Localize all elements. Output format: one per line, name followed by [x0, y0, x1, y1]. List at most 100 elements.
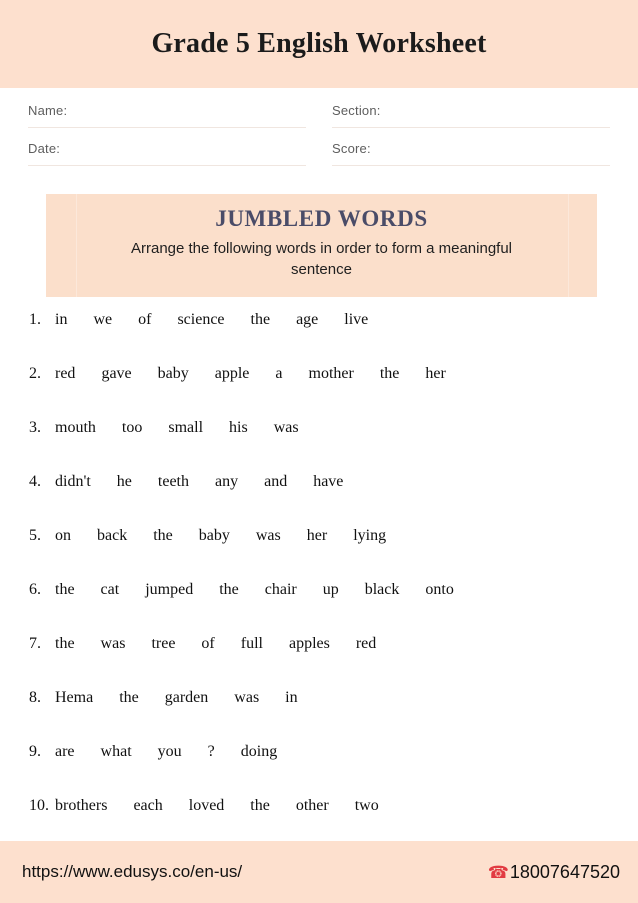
exercise-subtitle: Arrange the following words in order to …: [130, 240, 513, 279]
jumbled-word: the: [153, 526, 173, 544]
footer-banner: https://www.edusys.co/en-us/ ☎ 180076475…: [0, 841, 638, 903]
header-banner: Grade 5 English Worksheet: [0, 0, 638, 88]
question-number: 10.: [29, 796, 49, 814]
jumbled-word: a: [275, 364, 283, 382]
telephone-icon: ☎: [487, 862, 509, 882]
date-label: Date:: [28, 141, 61, 156]
jumbled-word: the: [250, 796, 270, 814]
jumbled-word: baby: [198, 526, 230, 544]
jumbled-word: in: [285, 688, 298, 706]
question-number: 1.: [29, 310, 41, 328]
exercise-instruction-box: JUMBLED WORDS Arrange the following word…: [46, 194, 597, 297]
jumbled-word: his: [229, 418, 248, 436]
name-label: Name:: [28, 103, 68, 118]
question-number: 8.: [29, 688, 41, 706]
footer-website-link[interactable]: https://www.edusys.co/en-us/: [22, 862, 242, 882]
question-row: 5. on back the baby was her lying: [29, 527, 618, 581]
jumbled-word: the: [219, 580, 239, 598]
score-label: Score:: [332, 141, 371, 156]
jumbled-word: cat: [100, 580, 120, 598]
jumbled-word: each: [133, 796, 163, 814]
jumbled-word: live: [344, 310, 369, 328]
question-row: 1. in we of science the age live: [29, 311, 618, 365]
jumbled-word: the: [55, 634, 75, 652]
jumbled-word: brothers: [55, 796, 108, 814]
jumbled-word: apple: [214, 364, 250, 382]
question-row: 2. red gave baby apple a mother the her: [29, 365, 618, 419]
score-field[interactable]: Score:: [332, 140, 610, 166]
footer-phone[interactable]: ☎ 18007647520: [488, 862, 620, 883]
question-row: 7. the was tree of full apples red: [29, 635, 618, 689]
jumbled-word: gave: [101, 364, 132, 382]
jumbled-word: onto: [425, 580, 454, 598]
question-number: 7.: [29, 634, 41, 652]
jumbled-word: of: [138, 310, 152, 328]
question-words: the cat jumped the chair up black onto: [55, 581, 480, 599]
jumbled-word: have: [313, 472, 344, 490]
section-field[interactable]: Section:: [332, 102, 610, 128]
jumbled-word: the: [379, 364, 400, 382]
jumbled-word: age: [296, 310, 319, 328]
jumbled-word: the: [55, 580, 75, 598]
question-row: 6. the cat jumped the chair up black onto: [29, 581, 618, 635]
question-row: 9. are what you? doing: [29, 743, 618, 797]
exercise-heading: JUMBLED WORDS: [215, 206, 428, 231]
question-words: Hema the garden was in: [55, 689, 324, 707]
jumbled-word: too: [121, 418, 143, 436]
jumbled-word: small: [168, 418, 204, 436]
page-title: Grade 5 English Worksheet: [151, 28, 487, 59]
question-row: 4. didn't he teeth any and have: [29, 473, 618, 527]
jumbled-word: was: [234, 688, 260, 706]
jumbled-word: science: [177, 310, 225, 328]
jumbled-word: mouth: [55, 418, 96, 436]
question-words: are what you? doing: [55, 743, 303, 761]
question-number: 6.: [29, 580, 41, 598]
jumbled-word: teeth: [157, 472, 189, 490]
date-field[interactable]: Date:: [28, 140, 306, 166]
jumbled-word: apples: [288, 634, 330, 652]
question-row: 3. mouth too small his was: [29, 419, 618, 473]
question-number: 2.: [29, 364, 41, 382]
jumbled-word: are: [55, 742, 75, 760]
meta-row-1: Name: Section:: [28, 102, 610, 128]
question-words: in we of science the age live: [55, 311, 394, 329]
question-words: brothers each loved the other two: [55, 797, 405, 815]
jumbled-word: back: [97, 526, 128, 544]
jumbled-word: was: [255, 526, 281, 544]
question-row: 8. Hema the garden was in: [29, 689, 618, 743]
question-number: 9.: [29, 742, 41, 760]
jumbled-word: full: [240, 634, 263, 652]
jumbled-word: of: [201, 634, 215, 652]
jumbled-word: any: [214, 472, 239, 490]
question-words: red gave baby apple a mother the her: [55, 365, 472, 383]
question-number: 3.: [29, 418, 41, 436]
jumbled-word: two: [354, 796, 379, 814]
jumbled-word: the: [250, 310, 271, 328]
jumbled-word: garden: [164, 688, 209, 706]
jumbled-word: jumped: [145, 580, 194, 598]
question-words: on back the baby was her lying: [55, 527, 412, 545]
jumbled-word: ?: [207, 742, 215, 760]
jumbled-word: was: [100, 634, 126, 652]
jumbled-word: the: [119, 688, 139, 706]
jumbled-word: lying: [353, 526, 387, 544]
meta-row-2: Date: Score:: [28, 140, 610, 166]
jumbled-word: her: [425, 364, 446, 382]
jumbled-word: Hema: [55, 688, 94, 706]
jumbled-word: loved: [188, 796, 225, 814]
jumbled-word: and: [264, 472, 288, 490]
jumbled-word: mother: [308, 364, 354, 382]
question-words: didn't he teeth any and have: [55, 473, 369, 491]
question-list: 1. in we of science the age live 2. red gave baby ap…: [0, 297, 638, 851]
question-words: mouth too small his was: [55, 419, 325, 437]
question-words: the was tree of full apples red: [55, 635, 402, 653]
footer-phone-number: 18007647520: [509, 861, 620, 882]
jumbled-word: on: [55, 526, 71, 544]
name-field[interactable]: Name:: [28, 102, 306, 128]
jumbled-word: we: [93, 310, 113, 328]
jumbled-word: other: [295, 796, 329, 814]
question-number: 4.: [29, 472, 41, 490]
jumbled-word: up: [322, 580, 339, 598]
jumbled-word: doing: [240, 742, 278, 760]
jumbled-word: what: [100, 742, 132, 760]
